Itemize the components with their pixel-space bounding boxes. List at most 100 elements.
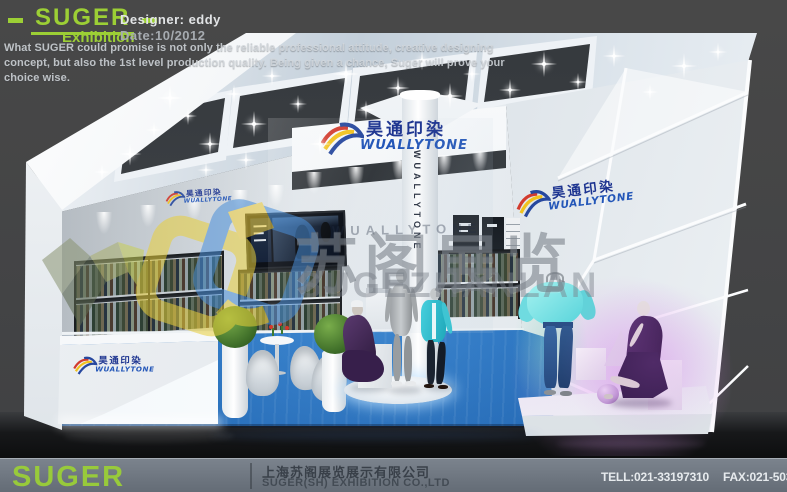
left-outer-wall [0, 0, 787, 492]
screen-text-line [253, 225, 266, 227]
brand-name-cn: 昊通印染 [366, 115, 446, 140]
promo-text-block: What SUGER could promise is not only the… [0, 0, 787, 492]
figure-shadow [610, 398, 672, 408]
rack-post [340, 266, 342, 330]
flower [269, 325, 273, 329]
mannequin-standing-leg [404, 336, 412, 382]
ceiling-light-sparkle [471, 73, 474, 76]
mannequin-seated-cap [351, 300, 363, 307]
mannequin-standing-leg [393, 334, 401, 382]
figure-shadow [388, 386, 422, 394]
purple-light-wash [560, 280, 730, 430]
mannequin-teal-jacket [421, 300, 446, 342]
ceiling-light-sparkle [244, 158, 247, 161]
ceiling-light-sparkle [252, 122, 256, 126]
reception-desk-front [0, 0, 787, 492]
rack-rail [408, 249, 520, 255]
footer-bar: SUGER 上海苏阁展览展示有限公司 SUGER(SH) EXHIBITION … [0, 458, 787, 492]
column-brand-text: WUALLYTONE [412, 150, 422, 320]
wall-downlight [232, 190, 248, 212]
wall-downlight [186, 198, 202, 220]
flower-stem [281, 326, 283, 334]
ceiling-light-sparkle [208, 142, 212, 146]
floor-reflection [556, 440, 706, 448]
promo-line: choice wise. [4, 72, 70, 84]
prop-cone [0, 0, 787, 492]
outfit-jeans-leg [557, 326, 573, 389]
rack-rail [238, 266, 342, 274]
screen-text-line [254, 239, 266, 241]
footer-divider [250, 463, 252, 489]
prop-cube-large [648, 360, 682, 410]
brand-swoosh-icon [72, 352, 97, 375]
screen-content [272, 216, 339, 262]
ceiling-light-sparkle [187, 115, 190, 118]
reception-desk-top [0, 0, 787, 492]
planter [322, 350, 346, 412]
screen-model-figure [294, 225, 310, 260]
rack-post [238, 270, 240, 334]
rack-rail [74, 290, 224, 304]
outfit-sleeve [574, 288, 598, 321]
fabric-rack [238, 266, 342, 334]
rack-rail [74, 251, 224, 265]
company-watermark: 苏阁展览 SUGEZHANLAN [0, 0, 787, 492]
ceiling-light-sparkle [233, 93, 236, 96]
ceiling-skylight [0, 0, 787, 492]
column-wing [0, 0, 787, 492]
rack-rail [238, 298, 342, 306]
wall-downlight [140, 205, 156, 227]
date-label: Date:10/2012 [120, 28, 206, 43]
fabric-samples-row [408, 253, 520, 283]
mannequin-teal-pants [435, 342, 447, 385]
mannequin-teal-arm [440, 302, 454, 335]
ceiling-beam-frame [0, 0, 787, 492]
video-wall-screen [245, 210, 347, 269]
rack-post [74, 261, 76, 339]
guest-chair [246, 350, 279, 396]
storage-cabinet [366, 288, 426, 337]
rack-post [408, 251, 410, 321]
floor-reflection [64, 430, 234, 442]
brand-logo-desk: 昊通印染 WUALLYTONE [72, 352, 149, 377]
outfit-jeans-leg [544, 326, 557, 388]
mannequin-seated-drape [342, 350, 384, 382]
fabric-samples-row [238, 303, 342, 333]
mannequin-standing-shoe [391, 381, 402, 386]
mannequin-standing-head [396, 269, 407, 283]
light-recess [0, 0, 787, 492]
ceiling-light-sparkle [318, 142, 322, 146]
ceiling-light-sparkle [297, 103, 300, 106]
mannequin-evening-torso [625, 314, 664, 367]
logo-suger: SUGER [8, 6, 157, 35]
prop-cube-small [576, 348, 606, 380]
screen-glow [272, 216, 338, 228]
mannequin-standing-torso [390, 284, 412, 336]
column-base [396, 384, 444, 396]
carpet-light-glow [0, 0, 787, 492]
brand-name-cn: 昊通印染 [186, 185, 223, 198]
poster-banner [453, 215, 479, 261]
glass-panel [268, 118, 493, 333]
promo-line: concept, but also the 1st level producti… [4, 57, 505, 69]
header-board [0, 0, 787, 492]
guest-chair [289, 345, 323, 391]
mannequin-evening-skirt [618, 352, 668, 398]
mannequin-teal-pants [426, 340, 435, 384]
brand-name-en: WUALLYTONE [360, 138, 468, 153]
wall-downlights [0, 0, 787, 492]
brand-swoosh-icon [164, 187, 186, 207]
fabric-samples-row [238, 270, 342, 300]
planter [222, 340, 248, 418]
carpet-blue [0, 0, 787, 492]
info-list-panel [506, 218, 520, 268]
wall-downlight [268, 185, 284, 207]
mannequin-evening-head [637, 301, 650, 316]
display-platform-right-front [0, 0, 787, 492]
ceiling-light-sparkle [542, 62, 546, 66]
ceiling-skylight [0, 0, 787, 492]
mannequin-teal-shoe [424, 384, 434, 388]
brand-swoosh-icon [512, 182, 553, 220]
ceiling-lights [0, 0, 787, 492]
mannequin-teal-shoe [438, 385, 448, 389]
